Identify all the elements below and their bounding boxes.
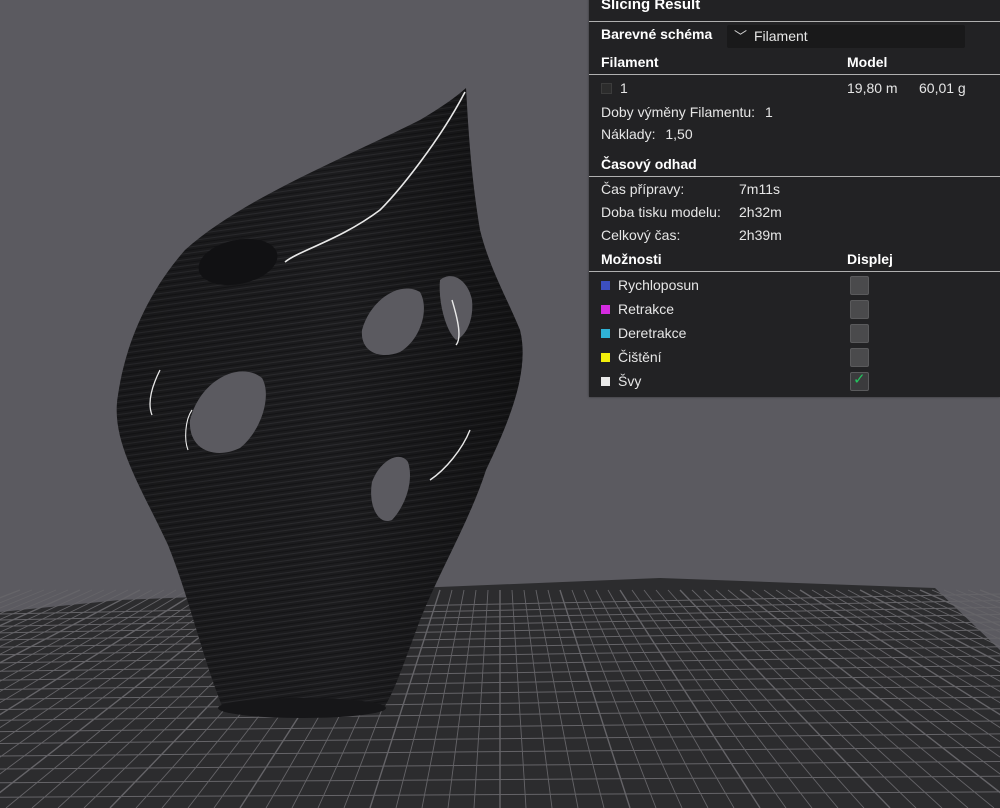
filament-changes: Doby výměny Filamentu: 1 (601, 101, 773, 123)
travel-color-swatch (601, 280, 610, 290)
time-estimate-header: Časový odhad (601, 156, 697, 172)
cost-value: 1,50 (665, 126, 693, 142)
cost-label: Náklady: (601, 126, 656, 142)
divider (589, 21, 1000, 22)
option-label: Švy (618, 373, 642, 389)
vase-base (218, 698, 386, 718)
filament-changes-label: Doby výměny Filamentu: (601, 104, 756, 120)
option-retraction: Retrakce (601, 298, 674, 320)
display-header: Displej (847, 251, 893, 267)
wipe-display-checkbox[interactable] (850, 348, 869, 367)
model-header: Model (847, 54, 888, 70)
color-scheme-dropdown[interactable]: ﹀ Filament (727, 25, 965, 48)
panel-title: Slicing Result (601, 0, 701, 13)
checkmark-icon: ✓ (853, 371, 866, 388)
travel-display-checkbox[interactable] (850, 276, 869, 295)
filament-changes-value: 1 (764, 104, 773, 120)
wipe-color-swatch (601, 352, 610, 362)
deretraction-display-checkbox[interactable] (850, 324, 869, 343)
option-label: Rychloposun (618, 277, 699, 293)
total-time-value: 2h39m (739, 227, 782, 243)
prep-time-value: 7m11s (739, 181, 780, 197)
option-wipe: Čištění (601, 346, 662, 368)
filament-weight: 60,01 g (919, 80, 966, 96)
divider (589, 74, 1000, 75)
print-time-value: 2h32m (739, 204, 782, 220)
divider (589, 176, 1000, 177)
filament-length: 19,80 m (847, 80, 898, 96)
option-label: Retrakce (618, 301, 675, 317)
print-time-label: Doba tisku modelu: (601, 204, 721, 220)
chevron-down-icon: ﹀ (734, 29, 748, 44)
retraction-color-swatch (601, 304, 610, 314)
option-deretraction: Deretrakce (601, 322, 686, 344)
filament-row: 1 (601, 77, 628, 99)
total-time-label: Celkový čas: (601, 227, 681, 243)
filament-header: Filament (601, 54, 659, 70)
options-header: Možnosti (601, 251, 662, 267)
color-scheme-value: Filament (754, 28, 808, 44)
option-travel: Rychloposun (601, 274, 699, 296)
cost: Náklady: 1,50 (601, 123, 693, 145)
option-label: Čištění (618, 349, 662, 365)
prep-time-label: Čas přípravy: (601, 181, 685, 197)
color-scheme-label: Barevné schéma (601, 26, 713, 42)
seams-display-checkbox[interactable]: ✓ (850, 371, 869, 391)
seams-color-swatch (601, 376, 610, 386)
deretraction-color-swatch (601, 328, 610, 338)
option-label: Deretrakce (618, 325, 687, 341)
filament-swatch (601, 82, 612, 94)
divider (589, 271, 1000, 272)
filament-name: 1 (620, 80, 628, 96)
slicing-result-panel: Slicing Result Barevné schéma ﹀ Filament… (589, 0, 1000, 397)
option-seams: Švy (601, 370, 641, 392)
retraction-display-checkbox[interactable] (850, 300, 869, 319)
